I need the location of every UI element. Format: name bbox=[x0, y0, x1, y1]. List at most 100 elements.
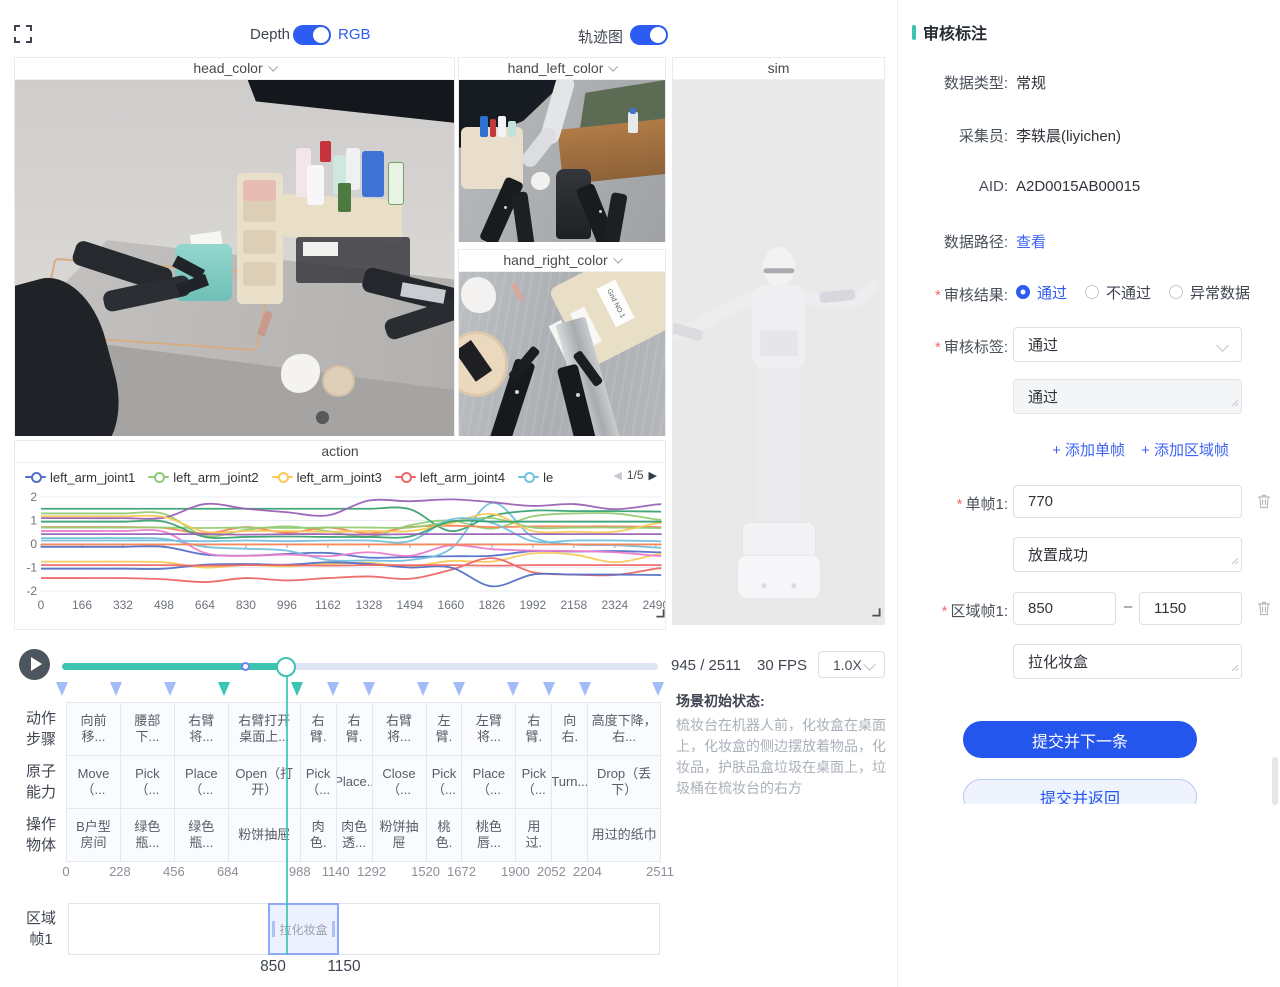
region-frame-box[interactable]: 拉化妆盒 bbox=[268, 903, 339, 955]
collector-label: 采集员: bbox=[880, 125, 1008, 146]
timeline-marker-1672[interactable] bbox=[453, 682, 465, 696]
scene-initial-state: 场景初始状态: 梳妆台在机器人前，化妆盒在桌面上，化妆盒的侧边摆放着物品，化妆品… bbox=[676, 691, 888, 799]
step-cell: Pick（... bbox=[301, 756, 337, 809]
radio-option-通过[interactable]: 通过 bbox=[1016, 282, 1067, 303]
head-camera-title[interactable]: head_color bbox=[15, 58, 454, 80]
step-cell: 粉饼抽屉 bbox=[373, 809, 427, 862]
action-chart-panel: action left_arm_joint1left_arm_joint2lef… bbox=[14, 440, 666, 630]
hand-left-camera-title[interactable]: hand_left_color bbox=[459, 58, 665, 80]
region-frame-track[interactable] bbox=[68, 903, 660, 955]
scene-title: 场景初始状态: bbox=[676, 691, 888, 711]
svg-text:2324: 2324 bbox=[601, 598, 628, 612]
scene-description: 梳妆台在机器人前，化妆盒在桌面上，化妆盒的侧边摆放着物品，化妆品，护肤品盒垃圾在… bbox=[676, 715, 888, 799]
depth-rgb-toggle[interactable] bbox=[293, 25, 331, 45]
svg-text:1826: 1826 bbox=[479, 598, 506, 612]
timeline-marker-456[interactable] bbox=[164, 682, 176, 696]
radio-label: 异常数据 bbox=[1190, 282, 1250, 303]
table-row-1: Move（...Pick（...Place（...Open（打开）Pick（..… bbox=[67, 756, 661, 809]
play-button[interactable] bbox=[19, 649, 50, 680]
svg-text:2158: 2158 bbox=[560, 598, 587, 612]
timeline-axis-label: 456 bbox=[163, 864, 185, 879]
frame-counter: 945 / 2511 bbox=[671, 657, 741, 674]
timeline-marker-228[interactable] bbox=[110, 682, 122, 696]
timeline-axis-label: 0 bbox=[62, 864, 69, 879]
step-cell: 右臂. bbox=[516, 703, 552, 756]
region-frame-label: *区域帧1: bbox=[880, 600, 1008, 621]
timeline-axis-label: 988 bbox=[289, 864, 311, 879]
timeline-axis-label: 684 bbox=[217, 864, 239, 879]
timeline-marker-1292[interactable] bbox=[363, 682, 375, 696]
radio-circle bbox=[1169, 285, 1183, 299]
step-cell: 腰部下... bbox=[121, 703, 175, 756]
region-note-textarea[interactable]: 拉化妆盒 bbox=[1013, 644, 1242, 679]
step-cell: Close（... bbox=[373, 756, 427, 809]
scrollbar-thumb[interactable] bbox=[1272, 757, 1278, 805]
delete-region-frame-icon[interactable] bbox=[1256, 600, 1272, 622]
tag-select[interactable]: 通过 bbox=[1013, 327, 1242, 362]
progress-fill bbox=[62, 663, 286, 670]
radio-option-异常数据[interactable]: 异常数据 bbox=[1169, 282, 1250, 303]
chart-series-line bbox=[41, 534, 661, 535]
svg-text:1660: 1660 bbox=[438, 598, 465, 612]
resize-corner-icon[interactable] bbox=[1230, 394, 1239, 411]
hand-right-camera-panel: hand_right_color Grid NO.1 bbox=[458, 249, 666, 436]
step-cell: Turn... bbox=[552, 756, 588, 809]
region-end-input[interactable]: 1150 bbox=[1139, 592, 1242, 625]
timeline-axis-label: 1672 bbox=[447, 864, 476, 879]
fps-label: 30 FPS bbox=[757, 657, 807, 674]
speed-select[interactable]: 1.0X bbox=[818, 651, 885, 678]
timeline-axis-label: 1900 bbox=[501, 864, 530, 879]
resize-corner-icon[interactable] bbox=[1230, 659, 1239, 676]
submit-next-button[interactable]: 提交并下一条 bbox=[963, 721, 1197, 758]
submit-back-button[interactable]: 提交并返回 bbox=[963, 779, 1197, 804]
step-cell: 高度下降，右... bbox=[588, 703, 661, 756]
trajectory-toggle[interactable] bbox=[630, 25, 668, 45]
timeline-marker-1140[interactable] bbox=[327, 682, 339, 696]
row-label-atomic-ability: 原子 能力 bbox=[18, 761, 64, 803]
region-start-input[interactable]: 850 bbox=[1013, 592, 1116, 625]
timeline-axis-label: 2052 bbox=[537, 864, 566, 879]
timeline-marker-988[interactable] bbox=[291, 682, 303, 696]
result-label: *审核结果: bbox=[880, 284, 1008, 305]
svg-text:830: 830 bbox=[236, 598, 256, 612]
data-path-link[interactable]: 查看 bbox=[1016, 231, 1046, 252]
timeline-marker-1520[interactable] bbox=[417, 682, 429, 696]
region-right-handle[interactable] bbox=[332, 921, 335, 937]
add-single-frame-link[interactable]: + 添加单帧 bbox=[1052, 439, 1125, 460]
radio-option-不通过[interactable]: 不通过 bbox=[1085, 282, 1151, 303]
svg-text:0: 0 bbox=[38, 598, 45, 612]
hand-right-camera-title[interactable]: hand_right_color bbox=[459, 250, 665, 272]
timeline-marker-1900[interactable] bbox=[507, 682, 519, 696]
slider-handle[interactable] bbox=[276, 657, 296, 677]
timeline-marker-2511[interactable] bbox=[652, 682, 664, 696]
step-cell: Place（... bbox=[175, 756, 229, 809]
resize-handle-icon[interactable] bbox=[655, 605, 665, 623]
timeline-marker-2052[interactable] bbox=[543, 682, 555, 696]
add-region-frame-link[interactable]: + 添加区域帧 bbox=[1141, 439, 1229, 460]
tag-note-textarea[interactable]: 通过 bbox=[1013, 379, 1242, 414]
single-frame-input[interactable]: 770 bbox=[1013, 485, 1242, 518]
timeline-axis-label: 228 bbox=[109, 864, 131, 879]
fullscreen-icon[interactable] bbox=[14, 25, 32, 48]
required-mark: * bbox=[935, 339, 941, 356]
timeline-marker-2204[interactable] bbox=[579, 682, 591, 696]
delete-single-frame-icon[interactable] bbox=[1256, 493, 1272, 515]
step-cell: 右臂打开桌面上... bbox=[229, 703, 301, 756]
step-cell: 向右. bbox=[552, 703, 588, 756]
svg-text:996: 996 bbox=[277, 598, 297, 612]
resize-corner-icon[interactable] bbox=[1230, 552, 1239, 569]
timeline-marker-684[interactable] bbox=[218, 682, 230, 696]
data-type-label: 数据类型: bbox=[880, 72, 1008, 93]
single-frame-label: *单帧1: bbox=[880, 493, 1008, 514]
result-radio-group: 通过不通过 异常数据 bbox=[1016, 283, 1250, 301]
timeline-axis-label: 1140 bbox=[322, 864, 350, 879]
single-frame-note-textarea[interactable]: 放置成功 bbox=[1013, 537, 1242, 572]
timeline-marker-0[interactable] bbox=[56, 682, 68, 696]
progress-slider[interactable] bbox=[62, 663, 658, 670]
timeline-axis-label: 1292 bbox=[357, 864, 386, 879]
step-cell: 肉色透... bbox=[337, 809, 373, 862]
head-camera-image bbox=[15, 80, 454, 436]
sim-panel: sim bbox=[672, 57, 885, 625]
radio-label: 通过 bbox=[1037, 282, 1067, 303]
region-left-handle[interactable] bbox=[272, 921, 275, 937]
